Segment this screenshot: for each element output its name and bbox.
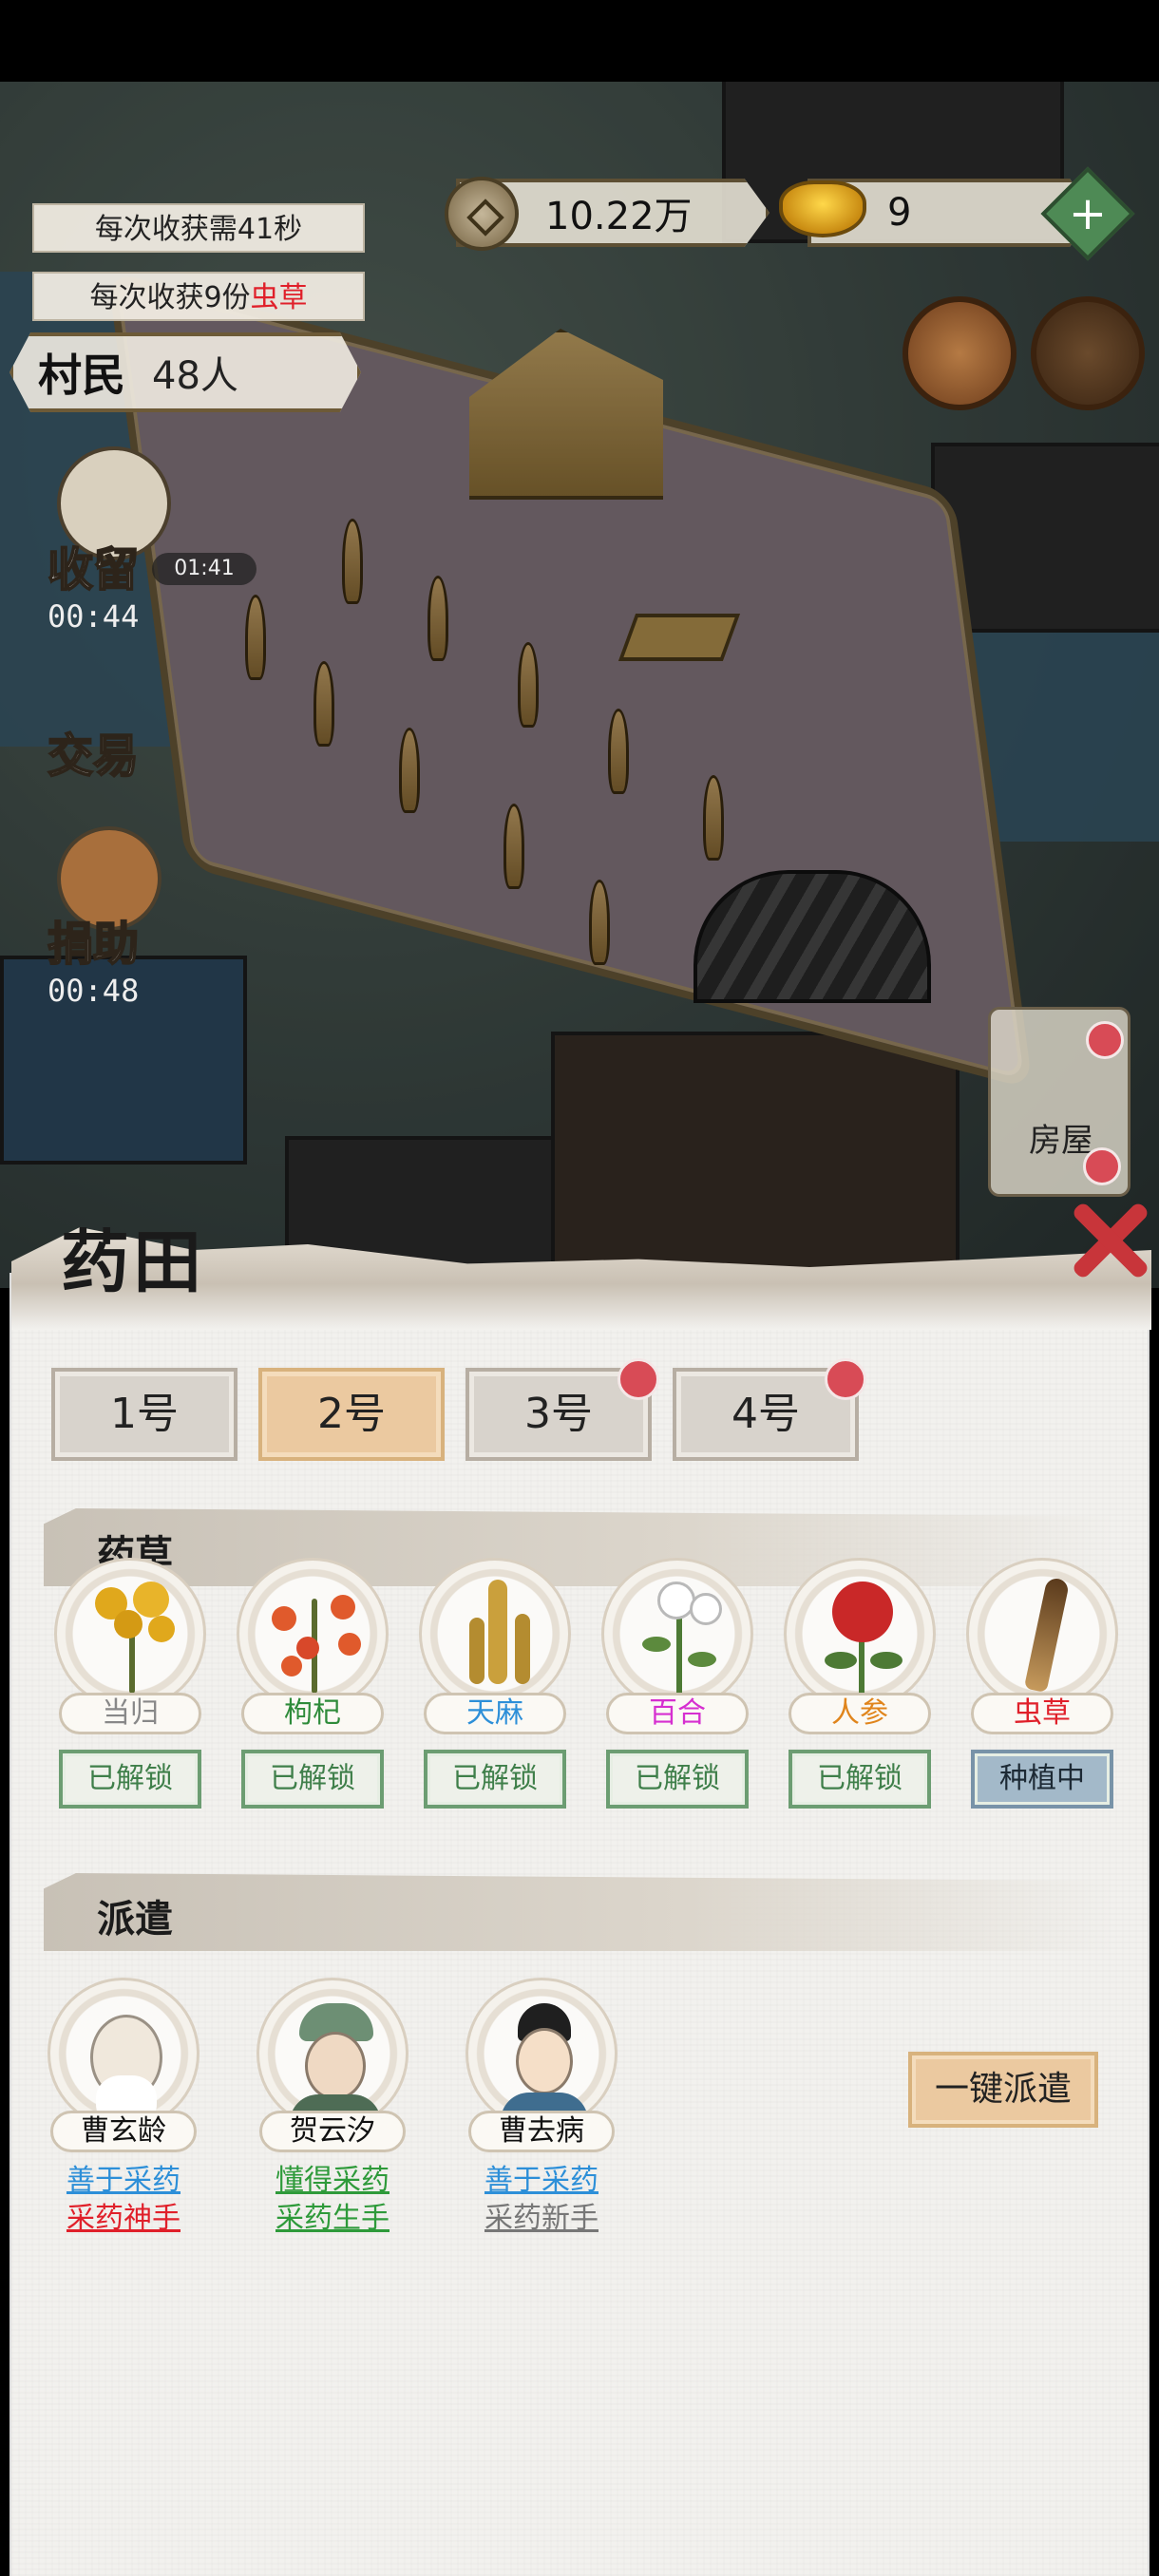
angelica-icon — [54, 1558, 206, 1710]
herb-status: 种植中 — [971, 1750, 1113, 1809]
gold-ingot-icon — [779, 180, 866, 237]
herb-angelica[interactable]: 当归 已解锁 — [49, 1558, 211, 1809]
stone-bridge — [694, 870, 931, 1003]
herb-status: 已解锁 — [606, 1750, 749, 1809]
cordyceps-sprout — [342, 519, 363, 604]
close-button[interactable] — [1066, 1197, 1151, 1282]
tab-field-1[interactable]: 1号 — [51, 1368, 238, 1461]
villager-count: 村民 48人 — [10, 332, 361, 412]
young-man-portrait — [466, 1978, 618, 2130]
cordyceps-icon — [966, 1558, 1118, 1710]
game-scene[interactable] — [0, 82, 1159, 1288]
herb-status: 已解锁 — [59, 1750, 201, 1809]
herb-lily[interactable]: 百合 已解锁 — [597, 1558, 758, 1809]
herb-cordyceps[interactable]: 虫草 种植中 — [961, 1558, 1123, 1809]
tab-field-4[interactable]: 4号 — [673, 1358, 866, 1461]
worker-cao-xuanling[interactable]: 曹玄龄 善于采药 采药神手 — [38, 1978, 209, 2238]
harvest-time-note: 每次收获需41秒 — [32, 203, 365, 253]
notification-dot — [1086, 1021, 1124, 1059]
herb-status: 已解锁 — [424, 1750, 566, 1809]
gastrodia-icon — [419, 1558, 571, 1710]
cordyceps-sprout — [245, 595, 266, 680]
status-bar — [0, 0, 1159, 82]
keep-villager-button[interactable]: 收留 00:44 — [47, 532, 140, 635]
donate-button[interactable]: 捐助 00:48 — [47, 906, 140, 1009]
tab-field-3[interactable]: 3号 — [466, 1358, 659, 1461]
plus-icon: + — [1068, 187, 1108, 240]
notification-dot — [825, 1358, 866, 1400]
herb-gastrodia[interactable]: 天麻 已解锁 — [414, 1558, 576, 1809]
scroll-menu-button[interactable] — [902, 296, 1016, 410]
cordyceps-sprout — [504, 804, 524, 889]
harvest-amount-note: 每次收获9份虫草 — [32, 272, 365, 321]
woman-portrait — [256, 1978, 408, 2130]
tab-field-2[interactable]: 2号 — [258, 1368, 445, 1461]
ginseng-icon — [784, 1558, 936, 1710]
notification-dot — [1083, 1147, 1121, 1185]
herb-status: 已解锁 — [788, 1750, 931, 1809]
cordyceps-sprout — [428, 576, 448, 661]
cordyceps-sprout — [589, 880, 610, 965]
settings-gear-button[interactable] — [1031, 296, 1145, 410]
field-plot-dark — [551, 1032, 960, 1288]
field-table — [618, 614, 741, 661]
copper-coin-icon — [445, 177, 519, 251]
cordyceps-sprout — [518, 642, 539, 728]
cordyceps-sprout — [314, 661, 334, 747]
cordyceps-sprout — [703, 775, 724, 861]
goji-icon — [237, 1558, 389, 1710]
worker-cao-qubing[interactable]: 曹去病 善于采药 采药新手 — [456, 1978, 627, 2238]
herb-status: 已解锁 — [241, 1750, 384, 1809]
cordyceps-sprout — [608, 709, 629, 794]
herb-field-panel: 药田 1号 2号 3号 4号 药草 当归 已解锁 枸杞 已解锁 天麻 已解锁 百… — [10, 1222, 1151, 2576]
cordyceps-sprout — [399, 728, 420, 813]
panel-title: 药田 — [61, 1222, 206, 1302]
elder-portrait — [48, 1978, 200, 2130]
keep-small-timer: 01:41 — [152, 553, 256, 585]
worker-he-yunxi[interactable]: 贺云汐 懂得采药 采药生手 — [247, 1978, 418, 2238]
herb-goji[interactable]: 枸杞 已解锁 — [232, 1558, 393, 1809]
one-click-dispatch-button[interactable]: 一键派遣 — [908, 2052, 1098, 2128]
trade-button[interactable]: 交易 — [47, 718, 140, 785]
straw-hut — [469, 329, 663, 500]
dispatch-section-header: 派遣 — [44, 1873, 1117, 1951]
herb-ginseng[interactable]: 人参 已解锁 — [779, 1558, 940, 1809]
lily-icon — [601, 1558, 753, 1710]
notification-dot — [618, 1358, 659, 1400]
